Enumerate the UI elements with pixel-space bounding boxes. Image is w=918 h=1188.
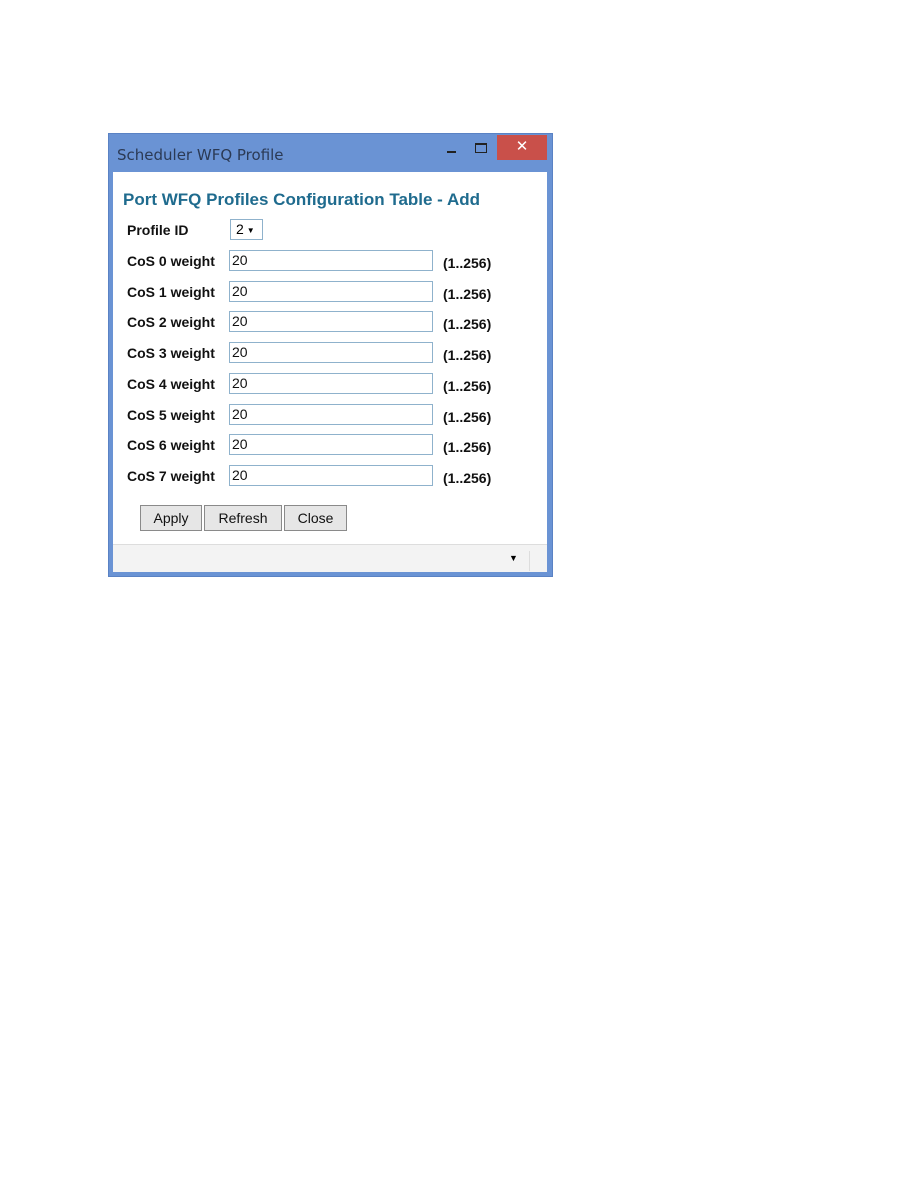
refresh-button[interactable]: Refresh [204,505,282,531]
cos-weight-label: CoS 5 weight [127,406,215,423]
profile-id-select[interactable]: 2 ▼ [230,219,263,240]
cos-1-weight-input[interactable]: 20 [229,280,433,302]
window-title: Scheduler WFQ Profile [117,146,284,164]
range-hint: (1..256) [443,347,492,364]
cos-6-weight-row: CoS 6 weight 20 (1..256) [127,434,537,456]
cos-weight-label: CoS 3 weight [127,345,215,362]
cos-3-weight-input[interactable]: 20 [229,342,433,364]
cos-1-weight-row: CoS 1 weight 20 (1..256) [127,280,537,303]
minimize-icon[interactable] [447,151,456,153]
range-hint: (1..256) [443,316,492,333]
close-window-button[interactable]: ✕ [497,135,547,160]
dialog-content: Port WFQ Profiles Configuration Table - … [113,172,547,572]
cos-3-weight-row: CoS 3 weight 20 (1..256) [127,342,537,364]
cos-2-weight-row: CoS 2 weight 20 (1..256) [127,311,537,333]
range-hint: (1..256) [443,439,492,456]
profile-id-label: Profile ID [127,222,189,238]
cos-0-weight-row: CoS 0 weight 20 (1..256) [127,250,537,272]
cos-7-weight-input[interactable]: 20 [229,464,433,486]
cos-weight-label: CoS 1 weight [127,283,215,300]
cos-4-weight-row: CoS 4 weight 20 (1..256) [127,372,537,395]
cos-7-weight-row: CoS 7 weight 20 (1..256) [127,464,537,487]
cos-4-weight-input[interactable]: 20 [229,372,433,394]
status-bar: ▼ [113,544,547,572]
cos-5-weight-input[interactable]: 20 [229,403,433,425]
close-button[interactable]: Close [284,505,347,531]
dropdown-arrow-icon[interactable]: ▼ [509,553,518,563]
range-hint: (1..256) [443,408,492,425]
cos-weight-label: CoS 6 weight [127,437,215,454]
cos-6-weight-input[interactable]: 20 [229,434,433,456]
resize-grip[interactable] [529,551,530,571]
chevron-down-icon: ▼ [246,225,255,235]
profile-id-row: Profile ID 2 ▼ [127,219,537,241]
profile-id-value: 2 [236,221,244,237]
range-hint: (1..256) [443,469,492,486]
range-hint: (1..256) [443,377,492,394]
cos-weight-label: CoS 4 weight [127,375,215,392]
maximize-icon[interactable] [475,143,487,153]
cos-5-weight-row: CoS 5 weight 20 (1..256) [127,403,537,426]
cos-weight-label: CoS 7 weight [127,467,215,484]
range-hint: (1..256) [443,255,492,271]
range-hint: (1..256) [443,285,492,302]
dialog-window: Scheduler WFQ Profile ✕ Port WFQ Profile… [108,133,553,577]
cos-0-weight-input[interactable]: 20 [229,250,433,271]
cos-weight-label: CoS 2 weight [127,314,215,331]
cos-weight-label: CoS 0 weight [127,253,215,269]
apply-button[interactable]: Apply [140,505,202,531]
cos-2-weight-input[interactable]: 20 [229,311,433,333]
page-title: Port WFQ Profiles Configuration Table - … [123,190,480,209]
